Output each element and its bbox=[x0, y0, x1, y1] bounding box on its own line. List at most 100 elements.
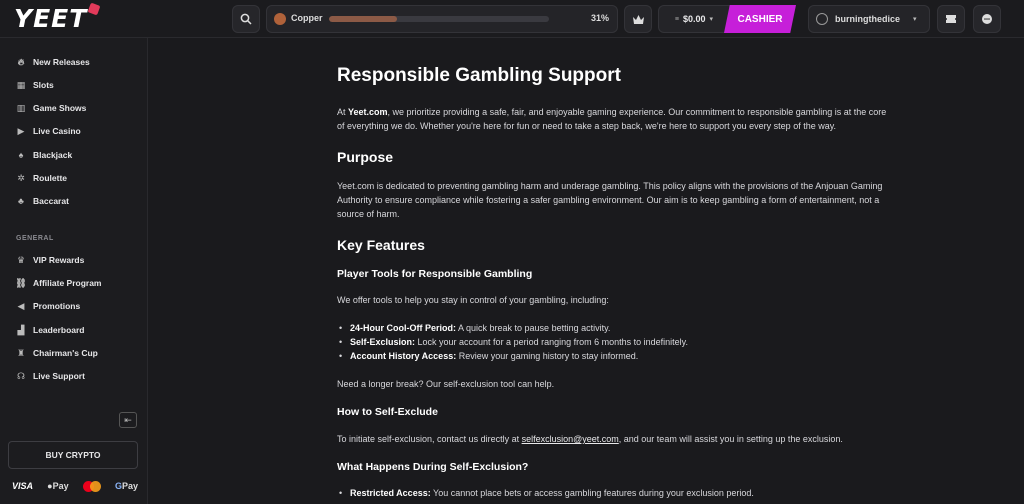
list-item-term: Self-Exclusion: bbox=[350, 337, 416, 347]
sidebar-item-affiliate-program[interactable]: ⛓︎ Affiliate Program bbox=[15, 276, 102, 290]
apple-pay-logo: ●Pay bbox=[47, 481, 68, 491]
intro-brand: Yeet.com bbox=[348, 107, 388, 117]
sidebar-item-label: Game Shows bbox=[33, 103, 87, 113]
headset-icon: ☊ bbox=[17, 370, 25, 381]
list-item: Account History Access: Review your gami… bbox=[337, 349, 638, 363]
sidebar-item-slots[interactable]: ▦ Slots bbox=[16, 78, 54, 92]
sidebar-item-vip-rewards[interactable]: ♛ VIP Rewards bbox=[16, 253, 84, 267]
sidebar-item-baccarat[interactable]: ♣ Baccarat bbox=[16, 194, 69, 208]
blackjack-icon: ♠ bbox=[18, 150, 24, 160]
sidebar-item-new-releases[interactable]: 🔥︎ New Releases bbox=[16, 55, 90, 69]
collapse-icon: ⇤ bbox=[124, 414, 132, 425]
balance-selector[interactable]: ≡ $0.00 ▾ bbox=[658, 5, 730, 33]
list-item: 24-Hour Cool-Off Period: A quick break t… bbox=[337, 321, 610, 335]
sidebar-item-label: Roulette bbox=[33, 173, 67, 183]
username: burningthedice bbox=[835, 14, 900, 24]
sidebar-item-label: Promotions bbox=[33, 301, 81, 311]
sidebar-item-label: Affiliate Program bbox=[33, 278, 102, 288]
sidebar-item-promotions[interactable]: ◀ Promotions bbox=[16, 299, 81, 313]
during-heading: What Happens During Self-Exclusion? bbox=[337, 461, 529, 473]
ticket-icon bbox=[946, 15, 956, 23]
how-paragraph: To initiate self-exclusion, contact us d… bbox=[337, 432, 893, 446]
dice-icon bbox=[87, 2, 101, 16]
apple-pay-text: Pay bbox=[52, 481, 69, 491]
google-icon: G bbox=[114, 481, 122, 491]
list-item-desc: Review your gaming history to stay infor… bbox=[456, 351, 639, 361]
mastercard-logo bbox=[82, 480, 101, 492]
intro-prefix: At bbox=[337, 107, 349, 117]
currency-icon: ≡ bbox=[674, 15, 680, 23]
sidebar-item-live-casino[interactable]: ▶ Live Casino bbox=[16, 124, 81, 138]
logo-text: YEET bbox=[14, 4, 88, 33]
sidebar-item-label: Live Support bbox=[33, 371, 85, 381]
user-menu[interactable]: burningthedice ▾ bbox=[808, 5, 930, 33]
how-prefix: To initiate self-exclusion, contact us d… bbox=[337, 434, 522, 444]
google-pay-logo: GPay bbox=[115, 481, 138, 491]
sidebar-item-game-shows[interactable]: ▥ Game Shows bbox=[16, 101, 87, 115]
sidebar: 🔥︎ New Releases ▦ Slots ▥ Game Shows ▶ Live … bbox=[0, 38, 148, 504]
intro-paragraph: At Yeet.com, we prioritize providing a s… bbox=[337, 105, 893, 133]
list-item-desc: You cannot place bets or access gambling… bbox=[430, 488, 754, 498]
sidebar-item-label: Live Casino bbox=[33, 126, 81, 136]
balance-amount: $0.00 bbox=[683, 14, 706, 24]
tickets-button[interactable] bbox=[937, 5, 965, 33]
cashier-button[interactable]: CASHIER bbox=[724, 5, 796, 33]
progress-fill bbox=[329, 16, 398, 22]
flame-icon: 🔥︎ bbox=[17, 56, 25, 67]
avatar bbox=[816, 13, 828, 25]
slots-icon: ▦ bbox=[16, 79, 26, 90]
list-item-term: Account History Access: bbox=[350, 351, 457, 361]
list-item-desc: A quick break to pause betting activity. bbox=[456, 323, 611, 333]
sidebar-item-label: VIP Rewards bbox=[33, 255, 85, 265]
buy-crypto-button[interactable]: BUY CRYPTO bbox=[8, 441, 138, 469]
sidebar-item-chairmans-cup[interactable]: ♜ Chairman's Cup bbox=[16, 346, 98, 360]
how-heading: How to Self-Exclude bbox=[337, 406, 438, 418]
visa-logo: VISA bbox=[12, 481, 34, 491]
sidebar-item-label: Slots bbox=[33, 80, 54, 90]
sidebar-item-label: Baccarat bbox=[33, 196, 69, 206]
chevron-down-icon: ▾ bbox=[709, 16, 714, 23]
sidebar-item-roulette[interactable]: ✲ Roulette bbox=[16, 171, 67, 185]
baccarat-icon: ♣ bbox=[18, 196, 24, 206]
page-title: Responsible Gambling Support bbox=[337, 65, 621, 86]
affiliate-icon: ⛓︎ bbox=[15, 277, 27, 288]
tools-heading: Player Tools for Responsible Gambling bbox=[337, 268, 533, 280]
copper-tier-icon bbox=[274, 13, 286, 25]
crown-icon: ♛ bbox=[16, 254, 26, 265]
search-icon bbox=[240, 13, 252, 25]
features-heading: Key Features bbox=[337, 237, 425, 253]
tools-intro: We offer tools to help you stay in contr… bbox=[337, 295, 609, 305]
roulette-icon: ✲ bbox=[17, 172, 25, 183]
sidebar-item-label: New Releases bbox=[33, 57, 90, 67]
collapse-sidebar-button[interactable]: ⇤ bbox=[119, 412, 137, 428]
list-item: Self-Exclusion: Lock your account for a … bbox=[337, 335, 688, 349]
search-button[interactable] bbox=[232, 5, 260, 33]
tier-label: Copper bbox=[291, 13, 323, 23]
crown-icon bbox=[632, 14, 644, 24]
payment-methods: VISA ●Pay GPay bbox=[12, 479, 138, 493]
longer-break-text: Need a longer break? Our self-exclusion … bbox=[337, 379, 555, 389]
sidebar-item-label: Chairman's Cup bbox=[33, 348, 98, 358]
top-bar: YEET Copper 31% ≡ $0.00 ▾ CASHIER burnin… bbox=[0, 0, 1024, 38]
progress-track bbox=[329, 16, 549, 22]
chat-button[interactable] bbox=[973, 5, 1001, 33]
section-label-general: GENERAL bbox=[16, 235, 54, 242]
sidebar-item-blackjack[interactable]: ♠ Blackjack bbox=[16, 148, 73, 162]
sidebar-item-leaderboard[interactable]: ▟ Leaderboard bbox=[16, 323, 85, 337]
yeet-logo[interactable]: YEET bbox=[14, 2, 101, 33]
list-item-term: 24-Hour Cool-Off Period: bbox=[350, 323, 456, 333]
purpose-heading: Purpose bbox=[337, 149, 394, 165]
live-casino-icon: ▶ bbox=[17, 125, 25, 136]
chevron-down-icon: ▾ bbox=[913, 16, 917, 23]
list-item-term: Restricted Access: bbox=[350, 488, 431, 498]
game-shows-icon: ▥ bbox=[16, 102, 26, 113]
google-pay-text: Pay bbox=[121, 481, 138, 491]
self-exclusion-email-link[interactable]: selfexclusion@yeet.com bbox=[522, 434, 619, 444]
list-item-desc: Lock your account for a period ranging f… bbox=[415, 337, 688, 347]
vip-progress[interactable]: Copper 31% bbox=[266, 5, 618, 33]
vip-button[interactable] bbox=[624, 5, 652, 33]
chat-icon bbox=[982, 14, 992, 24]
sidebar-item-label: Blackjack bbox=[33, 150, 73, 160]
sidebar-item-live-support[interactable]: ☊ Live Support bbox=[16, 369, 85, 383]
progress-percent: 31% bbox=[590, 13, 609, 23]
